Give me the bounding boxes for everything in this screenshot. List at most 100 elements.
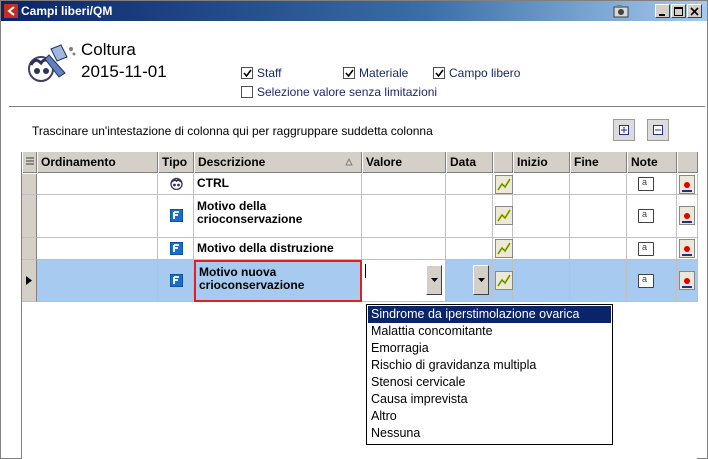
table-row[interactable]: Motivo della crioconservazione a (22, 195, 698, 238)
table-row[interactable]: Motivo della distruzione a (22, 238, 698, 260)
column-header-end[interactable] (677, 152, 698, 173)
record-button[interactable] (679, 239, 695, 258)
dropdown-option[interactable]: Rischio di gravidanza multipla (368, 357, 611, 374)
column-header-descrizione[interactable]: Descrizione (194, 152, 362, 173)
staff-checkbox[interactable]: Staff (241, 66, 281, 80)
dropdown-option[interactable]: Nessuna (368, 425, 611, 442)
chart-button[interactable] (495, 206, 513, 225)
column-chooser-icon[interactable] (22, 152, 37, 173)
plus-icon (619, 125, 629, 135)
data-cell[interactable] (446, 174, 493, 195)
valore-dropdown-list[interactable]: Sindrome da iperstimolazione ovarica Mal… (366, 304, 613, 445)
record-button[interactable] (679, 271, 695, 290)
column-header-inizio[interactable]: Inizio (513, 152, 570, 173)
descrizione-cell[interactable]: CTRL (194, 174, 362, 195)
chart-button[interactable] (495, 239, 513, 258)
tipo-cell (158, 238, 194, 260)
row-indicator[interactable] (22, 238, 37, 260)
fine-cell[interactable] (570, 238, 627, 260)
maximize-button[interactable] (671, 4, 686, 18)
note-cell[interactable]: a (627, 195, 677, 238)
column-header-blank[interactable] (493, 152, 513, 173)
chart-cell[interactable] (493, 174, 513, 195)
collapse-all-button[interactable] (647, 119, 669, 141)
fine-cell[interactable] (570, 174, 627, 195)
dropdown-option[interactable]: Sindrome da iperstimolazione ovarica (368, 306, 611, 323)
column-header-note[interactable]: Note (627, 152, 677, 173)
record-button[interactable] (679, 206, 695, 225)
row-indicator[interactable] (22, 174, 37, 195)
minimize-button[interactable] (655, 4, 670, 18)
note-cell[interactable]: a (627, 174, 677, 195)
dropdown-option[interactable]: Emorragia (368, 340, 611, 357)
valore-cell[interactable] (362, 174, 446, 195)
ordinamento-cell[interactable] (37, 174, 158, 195)
inizio-cell[interactable] (513, 174, 570, 195)
column-header-valore[interactable]: Valore (362, 152, 446, 173)
table-row[interactable]: CTRL a (22, 174, 698, 195)
valore-cell[interactable] (362, 238, 446, 260)
valore-dropdown-button[interactable] (426, 265, 442, 295)
dropdown-option[interactable]: Altro (368, 408, 611, 425)
camera-icon[interactable] (613, 4, 629, 18)
chart-icon (497, 242, 511, 255)
column-header-data[interactable]: Data (446, 152, 493, 173)
valore-cell[interactable] (362, 195, 446, 238)
inizio-cell[interactable] (513, 195, 570, 238)
chart-cell[interactable] (493, 238, 513, 260)
valore-combobox[interactable] (362, 260, 446, 302)
note-icon[interactable]: a (638, 242, 654, 256)
row-indicator[interactable] (22, 260, 37, 302)
note-icon[interactable]: a (638, 177, 654, 191)
note-cell[interactable]: a (627, 238, 677, 260)
record-cell[interactable] (677, 195, 698, 238)
culture-logo-icon (28, 44, 76, 82)
row-indicator[interactable] (22, 195, 37, 238)
group-by-bar[interactable]: Trascinare un'intestazione di colonna qu… (21, 111, 701, 151)
record-cell[interactable] (677, 174, 698, 195)
inizio-cell[interactable] (513, 260, 570, 302)
ordinamento-cell[interactable] (37, 195, 158, 238)
data-cell[interactable] (446, 195, 493, 238)
record-button[interactable] (679, 175, 695, 194)
checkbox-box[interactable] (241, 67, 253, 79)
campo-libero-checkbox[interactable]: Campo libero (433, 66, 520, 80)
ordinamento-cell[interactable] (37, 238, 158, 260)
descrizione-cell[interactable]: Motivo della crioconservazione (194, 195, 362, 238)
column-header-ordinamento[interactable]: Ordinamento (37, 152, 158, 173)
expand-all-button[interactable] (613, 119, 635, 141)
note-cell[interactable]: a (627, 260, 677, 302)
descrizione-cell-focused[interactable]: Motivo nuova crioconservazione (194, 260, 362, 302)
fine-cell[interactable] (570, 260, 627, 302)
chart-cell[interactable] (493, 260, 513, 302)
dropdown-option[interactable]: Malattia concomitante (368, 323, 611, 340)
close-button[interactable] (687, 4, 702, 18)
record-cell[interactable] (677, 238, 698, 260)
dropdown-option[interactable]: Stenosi cervicale (368, 374, 611, 391)
materiale-label: Materiale (359, 66, 409, 80)
header-divider (9, 106, 705, 107)
chart-cell[interactable] (493, 195, 513, 238)
selezione-checkbox[interactable]: Selezione valore senza limitazioni (241, 85, 437, 99)
column-header-fine[interactable]: Fine (570, 152, 627, 173)
ordinamento-cell[interactable] (37, 260, 158, 302)
data-cell[interactable] (446, 238, 493, 260)
checkbox-box[interactable] (433, 67, 445, 79)
inizio-cell[interactable] (513, 238, 570, 260)
record-cell[interactable] (677, 260, 698, 302)
chart-button[interactable] (495, 271, 513, 290)
data-dropdown-button[interactable] (473, 265, 489, 295)
table-row-selected[interactable]: Motivo nuova crioconservazione a (22, 260, 698, 302)
note-icon[interactable]: a (638, 274, 654, 288)
descrizione-cell[interactable]: Motivo della distruzione (194, 238, 362, 260)
chart-button[interactable] (495, 175, 513, 194)
fine-cell[interactable] (570, 195, 627, 238)
materiale-checkbox[interactable]: Materiale (343, 66, 408, 80)
text-caret (365, 264, 366, 278)
checkbox-box[interactable] (343, 67, 355, 79)
checkbox-box[interactable] (241, 86, 253, 98)
note-icon[interactable]: a (638, 209, 654, 223)
dropdown-option[interactable]: Causa imprevista (368, 391, 611, 408)
data-cell[interactable] (446, 260, 493, 302)
column-header-tipo[interactable]: Tipo (158, 152, 194, 173)
